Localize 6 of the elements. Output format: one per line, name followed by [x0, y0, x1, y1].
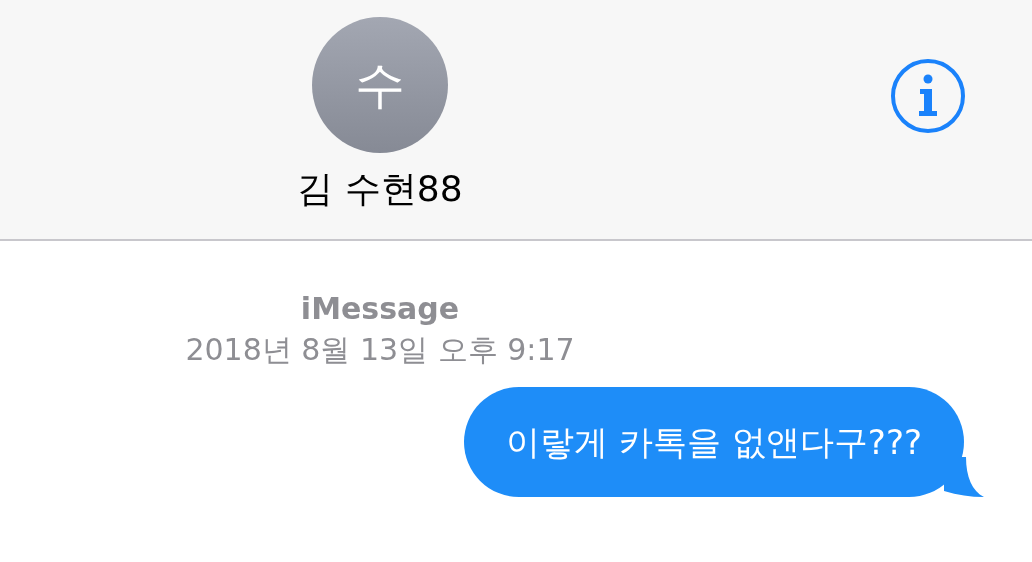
service-label: iMessage — [300, 290, 460, 328]
message-timestamp: 2018년 8월 13일 오후 9:17 — [185, 331, 575, 369]
bubble-tail — [944, 457, 984, 497]
contact-avatar[interactable]: 수 — [312, 17, 448, 153]
info-icon[interactable] — [890, 58, 966, 134]
contact-name: 김 수현88 — [297, 167, 463, 211]
